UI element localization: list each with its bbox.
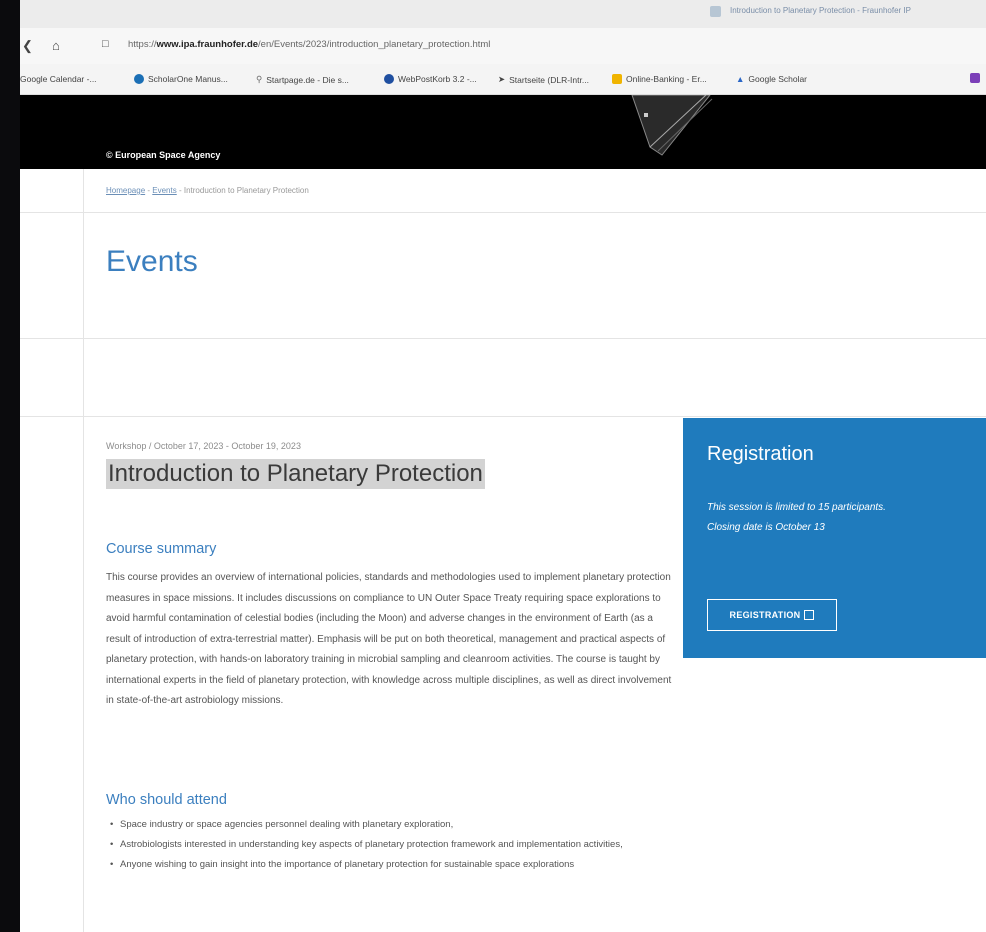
tab-strip: Introduction to Planetary Protection - F…	[20, 0, 986, 28]
bookmark-webpostkorb[interactable]: WebPostKorb 3.2 -...	[384, 74, 477, 84]
breadcrumb: Homepage - Events - Introduction to Plan…	[106, 186, 309, 195]
course-summary-text: This course provides an overview of inte…	[106, 572, 672, 706]
bookmark-google-calendar[interactable]: Google Calendar -...	[20, 74, 97, 84]
registration-note: This session is limited to 15 participan…	[707, 498, 967, 538]
page-title: Events	[106, 245, 198, 278]
external-link-icon	[804, 610, 815, 620]
layout-divider	[83, 169, 84, 932]
bookmarks-bar: Google Calendar -... ScholarOne Manus...…	[20, 64, 986, 95]
bookmark-label: Google Scholar	[748, 74, 808, 84]
image-credit: © European Space Agency	[106, 150, 221, 160]
bookmark-label: Startpage.de - Die s...	[266, 74, 349, 85]
course-summary-heading: Course summary	[106, 541, 217, 557]
list-item: Astrobiologists interested in understand…	[106, 838, 666, 852]
bookmark-label: WebPostKorb 3.2 -...	[398, 74, 477, 84]
bookmark-label: Google Calendar -...	[20, 74, 97, 84]
scholarone-icon	[134, 74, 144, 84]
registration-limit-text: This session is limited to 15 participan…	[707, 502, 886, 513]
bank-icon	[612, 74, 622, 84]
registration-closing-text: Closing date is October 13	[707, 522, 825, 533]
registration-button-label: REGISTRATION	[729, 610, 801, 620]
event-title: Introduction to Planetary Protection	[106, 459, 485, 489]
divider	[20, 416, 986, 417]
bookmark-label: Online-Banking - Er...	[626, 74, 707, 84]
scholar-icon: ▲	[736, 74, 745, 84]
home-icon[interactable]: ⌂	[52, 38, 60, 53]
attendee-list: Space industry or space agencies personn…	[106, 818, 666, 878]
satellite-image	[631, 95, 713, 156]
bookmark-startpage[interactable]: ⚲ Startpage.de - Die s...	[256, 74, 349, 85]
search-icon: ⚲	[256, 74, 263, 84]
page-info-icon[interactable]: □	[102, 38, 109, 50]
divider	[20, 338, 986, 339]
dlr-icon: ➤	[498, 74, 506, 84]
registration-panel: Registration This session is limited to …	[683, 418, 986, 658]
bookmark-dlr[interactable]: ➤ Startseite (DLR-Intr...	[498, 74, 589, 85]
back-icon[interactable]: ❮	[22, 38, 33, 54]
breadcrumb-current: Introduction to Planetary Protection	[183, 186, 309, 195]
breadcrumb-events[interactable]: Events	[152, 186, 176, 195]
registration-title: Registration	[707, 443, 814, 465]
bookmark-label: ScholarOne Manus...	[148, 74, 228, 84]
address-bar: ❮ ⌂ □ https://www.ipa.fraunhofer.de/en/E…	[20, 28, 986, 64]
divider	[20, 212, 986, 213]
list-item: Space industry or space agencies personn…	[106, 818, 666, 832]
mail-icon	[384, 74, 394, 84]
browser-window: Introduction to Planetary Protection - F…	[20, 0, 986, 932]
bookmark-scholarone[interactable]: ScholarOne Manus...	[134, 74, 228, 84]
list-item: Anyone wishing to gain insight into the …	[106, 858, 666, 872]
event-meta: Workshop / October 17, 2023 - October 19…	[106, 441, 301, 451]
breadcrumb-home[interactable]: Homepage	[106, 186, 145, 195]
bookmark-google-scholar[interactable]: ▲ Google Scholar	[736, 74, 807, 84]
registration-button[interactable]: REGISTRATION	[707, 599, 837, 631]
tab-title[interactable]: Introduction to Planetary Protection - F…	[730, 6, 911, 15]
bookmark-online-banking[interactable]: Online-Banking - Er...	[612, 74, 707, 84]
who-should-attend-heading: Who should attend	[106, 792, 227, 808]
favicon-icon	[710, 6, 721, 17]
bookmark-label: Startseite (DLR-Intr...	[509, 74, 589, 85]
hero-banner: © European Space Agency	[20, 95, 986, 169]
url-field[interactable]: https://www.ipa.fraunhofer.de/en/Events/…	[128, 39, 490, 50]
bookmark-overflow-icon[interactable]	[970, 73, 980, 83]
